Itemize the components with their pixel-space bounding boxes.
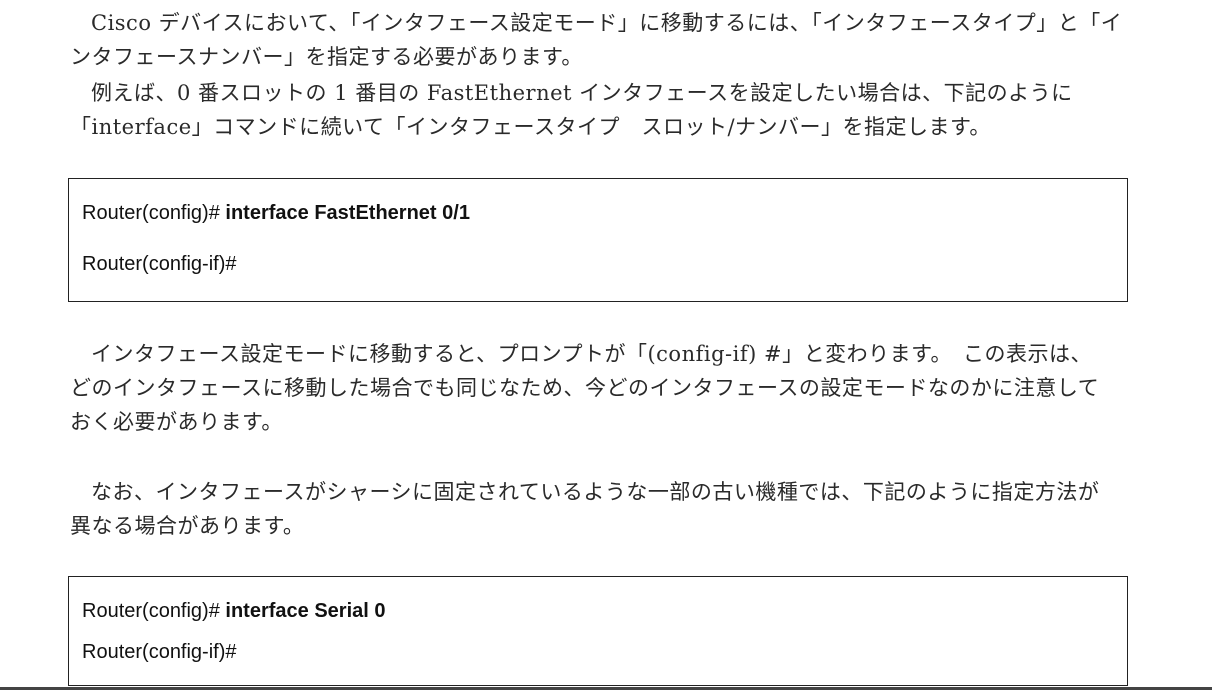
document-page: Cisco デバイスにおいて、「インタフェース設定モード」に移動するには、「イン… bbox=[0, 0, 1212, 690]
paragraph-example-line-1: 例えば、0 番スロットの 1 番目の FastEthernet インタフェースを… bbox=[91, 81, 1073, 105]
paragraph-prompt-change-line-1: インタフェース設定モードに移動すると、プロンプトが「(config-if) #」… bbox=[91, 342, 1092, 366]
paragraph-intro-line-2: ンタフェースナンバー」を指定する必要があります。 bbox=[70, 45, 583, 69]
paragraph-example: 例えば、0 番スロットの 1 番目の FastEthernet インタフェースを… bbox=[70, 76, 1134, 144]
code-prompt: Router(config)# bbox=[82, 202, 226, 224]
paragraph-intro: Cisco デバイスにおいて、「インタフェース設定モード」に移動するには、「イン… bbox=[70, 6, 1134, 74]
paragraph-prompt-change-line-3: おく必要があります。 bbox=[70, 410, 283, 434]
paragraph-old-models: なお、インタフェースがシャーシに固定されているような一部の古い機種では、下記のよ… bbox=[70, 475, 1134, 543]
code-line-config-if: Router(config-if)# bbox=[82, 253, 237, 276]
code-line-config-if: Router(config-if)# bbox=[82, 641, 237, 664]
paragraph-intro-line-1: Cisco デバイスにおいて、「インタフェース設定モード」に移動するには、「イン… bbox=[91, 11, 1123, 35]
paragraph-prompt-change: インタフェース設定モードに移動すると、プロンプトが「(config-if) #」… bbox=[70, 337, 1134, 439]
code-prompt: Router(config)# bbox=[82, 600, 226, 622]
paragraph-prompt-change-line-2: どのインタフェースに移動した場合でも同じなため、今どのインタフェースの設定モード… bbox=[70, 376, 1100, 400]
code-command: interface FastEthernet 0/1 bbox=[225, 202, 470, 224]
code-line-config: Router(config)# interface FastEthernet 0… bbox=[82, 202, 470, 225]
paragraph-old-models-line-2: 異なる場合があります。 bbox=[70, 514, 305, 538]
paragraph-example-line-2: 「interface」コマンドに続いて「インタフェースタイプ スロット/ナンバー… bbox=[70, 115, 991, 139]
code-block-serial: Router(config)# interface Serial 0 Route… bbox=[68, 576, 1128, 686]
code-line-config: Router(config)# interface Serial 0 bbox=[82, 600, 386, 623]
code-block-fastethernet: Router(config)# interface FastEthernet 0… bbox=[68, 178, 1128, 302]
code-command: interface Serial 0 bbox=[225, 600, 386, 622]
code-prompt: Router(config-if)# bbox=[82, 641, 237, 663]
code-prompt: Router(config-if)# bbox=[82, 253, 237, 275]
paragraph-old-models-line-1: なお、インタフェースがシャーシに固定されているような一部の古い機種では、下記のよ… bbox=[91, 480, 1100, 504]
